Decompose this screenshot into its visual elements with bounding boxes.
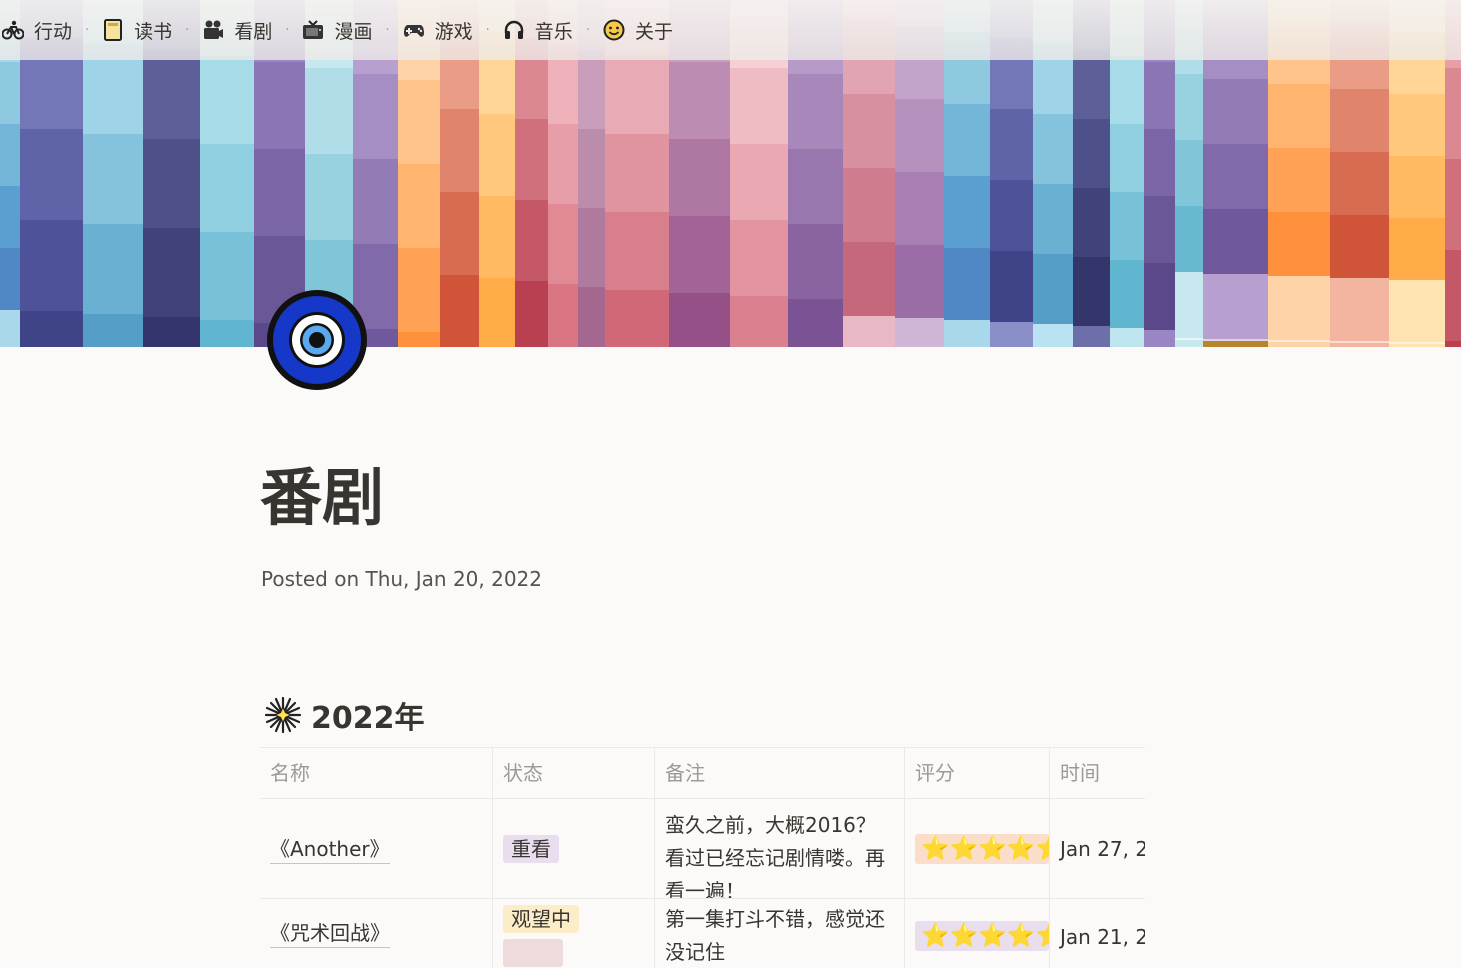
table-row[interactable]: 《咒术回战》 观望中 第一集打斗不错，感觉还没记住 ⭐⭐⭐⭐⭐ Jan 21, … xyxy=(260,899,1145,968)
bike-icon xyxy=(2,19,24,41)
nav-label: 看剧 xyxy=(234,20,273,43)
name-cell: 《Another》 xyxy=(260,799,493,898)
nav-separator: · xyxy=(285,22,290,38)
status-cell: 重看 xyxy=(493,799,655,898)
nav-label: 游戏 xyxy=(434,20,473,43)
rating-stars: ⭐⭐⭐⭐⭐ xyxy=(915,833,1049,864)
tv-icon xyxy=(302,19,324,41)
nav-item-reading[interactable]: 读书 xyxy=(100,0,174,60)
nav-label: 漫画 xyxy=(334,20,373,43)
note-cell: 第一集打斗不错，感觉还没记住 xyxy=(655,899,905,968)
section-title: 2022年 xyxy=(311,701,425,736)
section-heading: 2022年 xyxy=(264,693,425,737)
camera-icon xyxy=(202,19,224,41)
column-header-status[interactable]: 状态 xyxy=(493,748,655,798)
top-nav: 行动 · 读书 · 看剧 · 漫画 · 游戏 · 音乐 · 关于 xyxy=(0,0,1461,60)
note-cell: 蛮久之前，大概2016？看过已经忘记剧情喽。再看一遍！ xyxy=(655,799,905,898)
status-tag: 观望中 xyxy=(503,905,579,933)
nav-separator: · xyxy=(485,22,490,38)
nav-separator: · xyxy=(185,22,190,38)
column-header-time[interactable]: 时间 xyxy=(1050,748,1145,798)
column-header-name[interactable]: 名称 xyxy=(260,748,493,798)
show-link[interactable]: 《Another》 xyxy=(270,833,390,864)
status-tag: 重看 xyxy=(503,834,559,863)
show-link[interactable]: 《咒术回战》 xyxy=(270,917,390,948)
nav-separator: · xyxy=(585,22,590,38)
sparkler-icon xyxy=(264,696,302,734)
gamepad-icon xyxy=(403,19,425,41)
nav-separator: · xyxy=(85,22,90,38)
time-cell: Jan 21, 2022 xyxy=(1060,925,1145,949)
column-header-rating[interactable]: 评分 xyxy=(905,748,1050,798)
nav-item-music[interactable]: 音乐 xyxy=(501,0,575,60)
rating-stars: ⭐⭐⭐⭐⭐ xyxy=(915,921,1049,951)
book-icon xyxy=(102,19,124,41)
status-tag xyxy=(503,939,563,967)
nav-label: 音乐 xyxy=(534,20,573,43)
column-header-note[interactable]: 备注 xyxy=(655,748,905,798)
nav-item-action[interactable]: 行动 xyxy=(0,0,74,60)
nav-separator: · xyxy=(385,22,390,38)
rating-cell: ⭐⭐⭐⭐⭐ xyxy=(905,799,1050,898)
nav-label: 读书 xyxy=(134,20,173,43)
nazar-eye-icon[interactable] xyxy=(265,288,369,392)
post-date: Posted on Thu, Jan 20, 2022 xyxy=(261,567,543,591)
nav-item-games[interactable]: 游戏 xyxy=(401,0,475,60)
nav-item-about[interactable]: 关于 xyxy=(601,0,675,60)
time-cell: Jan 27, 2022 xyxy=(1060,836,1145,861)
table-row[interactable]: 《Another》 重看 蛮久之前，大概2016？看过已经忘记剧情喽。再看一遍！… xyxy=(260,799,1145,899)
table-header: 名称 状态 备注 评分 时间 xyxy=(260,748,1145,799)
smiley-icon xyxy=(603,19,625,41)
status-cell: 观望中 xyxy=(493,899,655,968)
name-cell: 《咒术回战》 xyxy=(260,899,493,968)
nav-item-comics[interactable]: 漫画 xyxy=(300,0,374,60)
rating-cell: ⭐⭐⭐⭐⭐ xyxy=(905,899,1050,968)
nav-label: 行动 xyxy=(34,20,73,43)
nav-item-shows[interactable]: 看剧 xyxy=(200,0,274,60)
nav-label: 关于 xyxy=(634,20,673,43)
headphones-icon xyxy=(503,19,525,41)
page-title: 番剧 xyxy=(260,461,385,534)
shows-table: 名称 状态 备注 评分 时间 《Another》 重看 蛮久之前，大概2016？… xyxy=(260,747,1145,968)
